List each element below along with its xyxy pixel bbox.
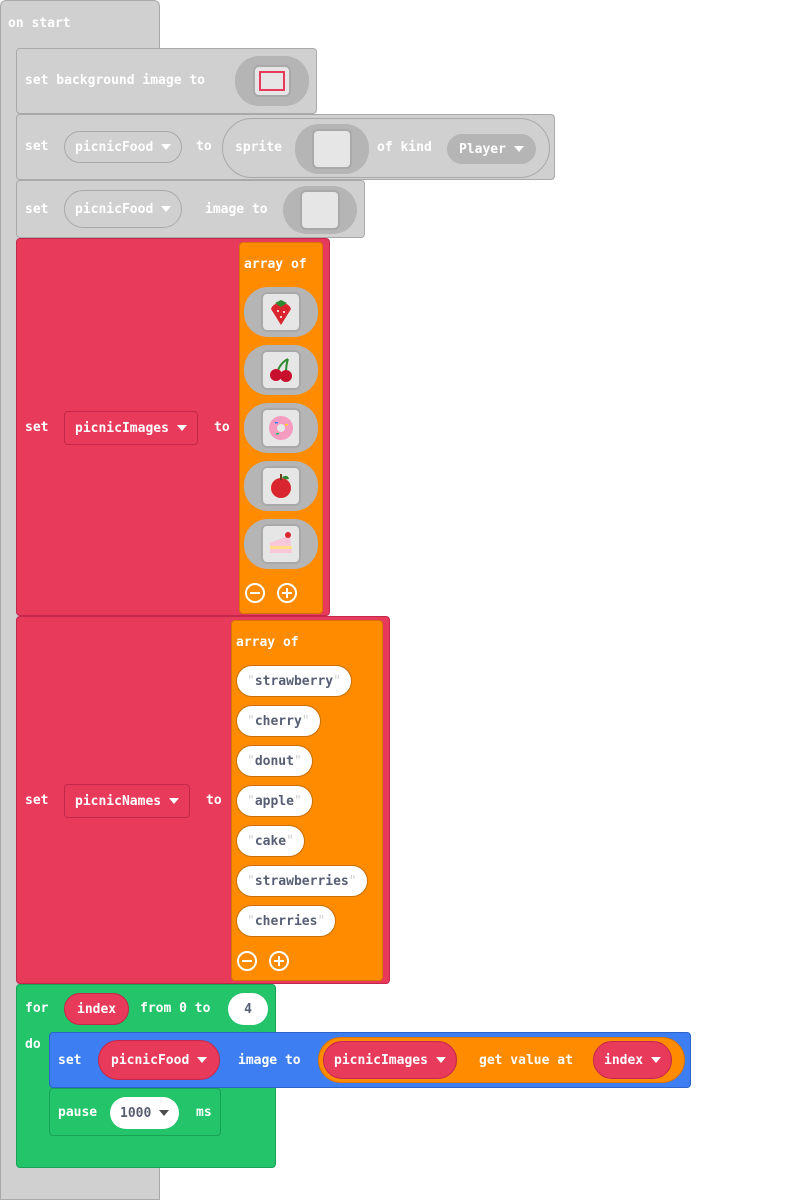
array-image-slot[interactable] <box>244 403 318 453</box>
chevron-down-icon <box>176 425 187 431</box>
background-image-slot[interactable] <box>235 56 309 106</box>
array-of-label: array of <box>236 635 299 650</box>
set-picnicnames-block[interactable]: set picnicNames to array of " strawberry "… <box>16 616 390 984</box>
to-keyword: to <box>196 139 212 154</box>
pause-keyword: pause <box>58 1105 98 1120</box>
set-image-from-array-block[interactable]: set picnicFood image to picnicImages get… <box>49 1032 691 1088</box>
pause-duration-dropdown[interactable]: 1000 <box>110 1097 180 1129</box>
cake-image-icon <box>261 524 301 564</box>
loop-end-input[interactable]: 4 <box>228 993 268 1025</box>
pause-block[interactable]: pause 1000 ms <box>49 1088 221 1136</box>
remove-item-button[interactable] <box>237 951 257 971</box>
array-variable-dropdown[interactable]: picnicImages <box>323 1041 457 1079</box>
string-item[interactable]: " cake " <box>236 825 305 857</box>
array-of-images-block[interactable]: array of <box>239 242 323 614</box>
variable-name: picnicNames <box>75 793 162 809</box>
chevron-down-icon <box>161 144 172 150</box>
string-item[interactable]: " apple " <box>236 785 313 817</box>
string-item[interactable]: " cherries " <box>236 905 337 937</box>
string-item[interactable]: " donut " <box>236 745 313 777</box>
chevron-down-icon <box>169 798 180 804</box>
variable-name: picnicFood <box>75 201 154 217</box>
set-image-block[interactable]: set picnicFood image to <box>16 180 365 238</box>
add-item-button[interactable] <box>269 951 289 971</box>
for-keyword: for <box>25 1001 49 1016</box>
blank-image-icon <box>300 190 340 230</box>
chevron-down-icon <box>159 1110 170 1116</box>
blank-image-icon <box>312 129 352 169</box>
index-variable-dropdown[interactable]: index <box>593 1041 673 1079</box>
to-keyword: to <box>214 420 230 435</box>
set-picnicimages-block[interactable]: set picnicImages to array of <box>16 238 330 616</box>
set-keyword: set <box>25 420 49 435</box>
string-item[interactable]: " strawberry " <box>236 665 352 697</box>
chevron-down-icon <box>161 206 172 212</box>
from-to-label: from 0 to <box>140 1001 211 1016</box>
cherry-image-icon <box>261 350 301 390</box>
loop-variable-index[interactable]: index <box>64 993 130 1025</box>
array-image-slot[interactable] <box>244 519 318 569</box>
set-keyword: set <box>25 793 49 808</box>
set-keyword: set <box>25 202 49 217</box>
variable-dropdown-picnicnames[interactable]: picnicNames <box>64 784 191 818</box>
set-keyword: set <box>25 139 49 154</box>
variable-name: picnicFood <box>75 139 154 155</box>
variable-name: picnicFood <box>111 1052 190 1068</box>
variable-dropdown-picnicimages[interactable]: picnicImages <box>64 411 198 445</box>
apple-image-icon <box>261 466 301 506</box>
variable-name: picnicImages <box>334 1052 428 1068</box>
background-image-icon <box>253 65 291 97</box>
add-item-button[interactable] <box>277 583 297 603</box>
pause-duration-value: 1000 <box>120 1105 152 1121</box>
donut-image-icon <box>261 408 301 448</box>
set-background-block[interactable]: set background image to <box>16 48 317 114</box>
kind-value: Player <box>459 141 506 157</box>
image-slot[interactable] <box>283 186 357 234</box>
remove-item-button[interactable] <box>245 583 265 603</box>
array-image-slot[interactable] <box>244 287 318 337</box>
to-keyword: to <box>206 793 222 808</box>
variable-name: index <box>604 1052 644 1068</box>
array-image-slot[interactable] <box>244 461 318 511</box>
image-to-label: image to <box>205 202 268 217</box>
array-of-strings-block[interactable]: array of " strawberry " " cherry " " donut " "… <box>231 620 383 981</box>
chevron-down-icon <box>435 1057 446 1063</box>
of-kind-label: of kind <box>377 140 432 155</box>
sprite-label: sprite <box>235 140 282 155</box>
ms-label: ms <box>196 1105 212 1120</box>
on-start-label: on start <box>8 16 71 31</box>
chevron-down-icon <box>513 146 524 152</box>
set-keyword: set <box>58 1053 82 1068</box>
variable-dropdown-picnicfood[interactable]: picnicFood <box>64 190 183 228</box>
strawberry-image-icon <box>261 292 301 332</box>
array-of-label: array of <box>244 257 307 272</box>
sprite-image-slot[interactable] <box>295 124 369 174</box>
array-get-value-block[interactable]: picnicImages get value at index <box>318 1037 685 1083</box>
string-item[interactable]: " cherry " <box>236 705 321 737</box>
variable-name: picnicImages <box>75 420 169 436</box>
image-to-label: image to <box>238 1053 301 1068</box>
kind-dropdown[interactable]: Player <box>447 134 536 164</box>
set-background-label: set background image to <box>25 73 206 88</box>
sprite-create-block[interactable]: sprite of kind Player <box>222 118 550 178</box>
variable-dropdown-picnicfood[interactable]: picnicFood <box>98 1040 221 1080</box>
chevron-down-icon <box>197 1057 208 1063</box>
do-keyword: do <box>25 1037 41 1052</box>
string-item[interactable]: " strawberries " <box>236 865 368 897</box>
get-value-at-label: get value at <box>479 1053 573 1068</box>
set-sprite-block[interactable]: set picnicFood to sprite of kind Player <box>16 114 555 180</box>
array-image-slot[interactable] <box>244 345 318 395</box>
chevron-down-icon <box>651 1057 662 1063</box>
variable-dropdown-picnicfood[interactable]: picnicFood <box>64 131 183 163</box>
